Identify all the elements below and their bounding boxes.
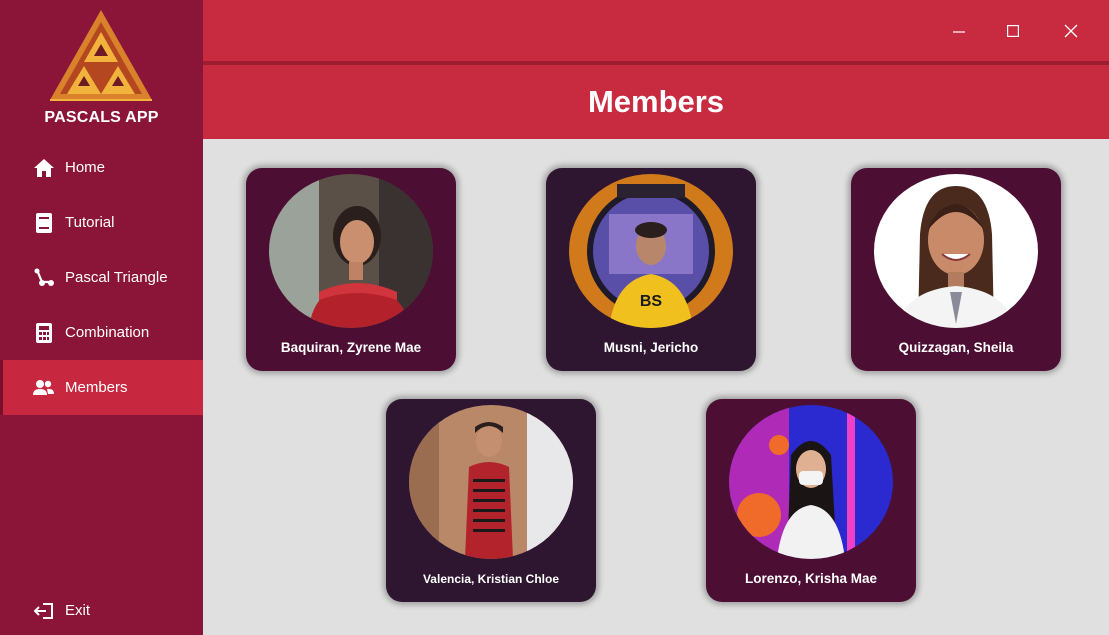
sidebar-item-combination[interactable]: Combination	[0, 305, 203, 360]
title-bar	[203, 0, 1109, 61]
book-icon	[33, 212, 55, 234]
member-name: Musni, Jericho	[603, 340, 699, 355]
sidebar-item-tutorial[interactable]: Tutorial	[0, 195, 203, 250]
close-icon	[1064, 24, 1078, 38]
sidebar-item-exit[interactable]: Exit	[0, 583, 203, 635]
sidebar-item-label: Combination	[65, 324, 150, 341]
member-avatar	[269, 174, 433, 328]
member-card[interactable]: Lorenzo, Krisha Mae	[706, 399, 916, 602]
member-avatar	[409, 405, 573, 559]
sidebar-item-label: Home	[65, 159, 106, 176]
minimize-button[interactable]	[945, 17, 973, 45]
sidebar-item-label: Members	[65, 379, 128, 396]
member-name: Baquiran, Zyrene Mae	[280, 340, 422, 355]
users-icon	[33, 377, 55, 399]
page-header: Members	[203, 65, 1109, 139]
member-avatar	[729, 405, 893, 559]
members-grid: Baquiran, Zyrene Mae BS Musni, Jericho Q…	[203, 139, 1109, 635]
member-avatar	[874, 174, 1038, 328]
close-button[interactable]	[1057, 17, 1085, 45]
member-card[interactable]: Valencia, Kristian Chloe	[386, 399, 596, 602]
sidebar-item-label: Pascal Triangle	[65, 269, 168, 286]
sidebar-item-members[interactable]: Members	[0, 360, 203, 415]
sidebar-item-label: Exit	[65, 602, 91, 619]
maximize-icon	[1007, 25, 1019, 37]
member-name: Quizzagan, Sheila	[898, 340, 1014, 355]
member-card[interactable]: BS Musni, Jericho	[546, 168, 756, 371]
sidebar: PASCALS APP Home Tutorial Pascal Triangl…	[0, 0, 203, 635]
exit-icon	[33, 600, 55, 622]
member-card[interactable]: Baquiran, Zyrene Mae	[246, 168, 456, 371]
member-name: Valencia, Kristian Chloe	[422, 572, 560, 586]
member-avatar: BS	[569, 174, 733, 328]
page-title: Members	[587, 84, 725, 119]
member-card[interactable]: Quizzagan, Sheila	[851, 168, 1061, 371]
maximize-button[interactable]	[999, 17, 1027, 45]
minimize-icon	[953, 31, 965, 33]
svg-text:BS: BS	[640, 293, 663, 310]
sidebar-item-pascal-triangle[interactable]: Pascal Triangle	[0, 250, 203, 305]
calculator-icon	[33, 322, 55, 344]
app-logo: PASCALS APP	[0, 0, 203, 140]
sidebar-item-home[interactable]: Home	[0, 140, 203, 195]
member-name: Lorenzo, Krisha Mae	[744, 571, 878, 586]
triangle-icon	[33, 267, 55, 289]
pascal-triangle-logo-icon	[50, 10, 152, 101]
sidebar-item-label: Tutorial	[65, 214, 115, 231]
home-icon	[33, 157, 55, 179]
app-name: PASCALS APP	[44, 109, 159, 126]
